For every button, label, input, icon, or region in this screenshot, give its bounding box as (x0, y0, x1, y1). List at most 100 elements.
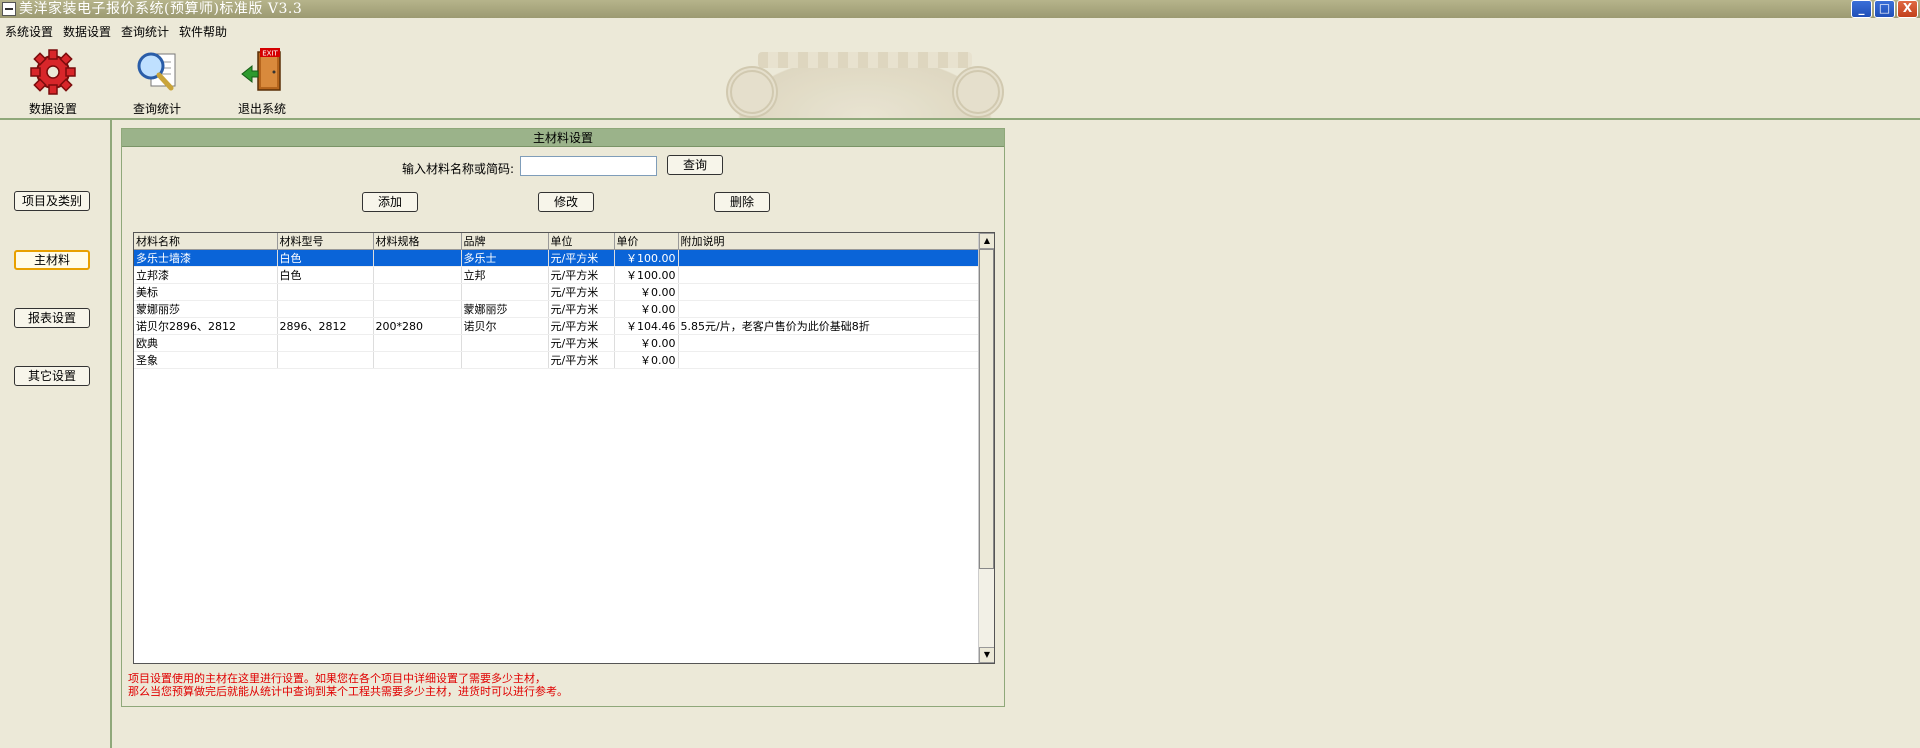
menu-data-settings[interactable]: 数据设置 (58, 22, 116, 42)
toolbar-divider (0, 118, 1920, 120)
title-bar: 美洋家装电子报价系统(预算师)标准版 V3.3 _ □ X (0, 0, 1920, 18)
cell-unit: 元/平方米 (548, 283, 615, 301)
table-row[interactable]: 立邦漆 白色 立邦 元/平方米 ￥100.00 (134, 266, 979, 284)
sidebar: 项目及类别 主材料 报表设置 其它设置 (0, 120, 112, 748)
scroll-thumb[interactable] (979, 249, 994, 569)
menu-query-stats[interactable]: 查询统计 (116, 22, 174, 42)
cell-note (678, 351, 979, 369)
cell-note (678, 334, 979, 352)
window-title: 美洋家装电子报价系统(预算师)标准版 V3.3 (19, 1, 303, 17)
cell-spec (373, 300, 462, 318)
cell-brand: 诺贝尔 (461, 317, 549, 335)
menu-help[interactable]: 软件帮助 (174, 22, 232, 42)
cell-spec (373, 249, 462, 267)
decorative-column-capital (718, 46, 1012, 118)
cell-note (678, 300, 979, 318)
cell-brand: 立邦 (461, 266, 549, 284)
close-button[interactable]: X (1897, 0, 1918, 18)
col-header-brand[interactable]: 品牌 (461, 233, 549, 250)
sidebar-item-other-settings[interactable]: 其它设置 (14, 366, 90, 386)
menu-bar: 系统设置 数据设置 查询统计 软件帮助 (0, 22, 232, 42)
sidebar-item-projects[interactable]: 项目及类别 (14, 191, 90, 211)
cell-model (277, 283, 374, 301)
cell-model: 2896、2812 (277, 317, 374, 335)
sidebar-item-report-settings[interactable]: 报表设置 (14, 308, 90, 328)
col-header-spec[interactable]: 材料规格 (373, 233, 462, 250)
cell-name: 圣象 (134, 351, 278, 369)
edit-button[interactable]: 修改 (538, 192, 594, 212)
help-note-line1: 项目设置使用的主材在这里进行设置。如果您在各个项目中详细设置了需要多少主材， (128, 672, 546, 685)
cell-model (277, 334, 374, 352)
cell-model (277, 300, 374, 318)
cell-unit: 元/平方米 (548, 317, 615, 335)
query-stats-tool[interactable]: 查询统计 (117, 46, 197, 116)
cell-brand (461, 283, 549, 301)
table-row[interactable]: 诺贝尔2896、2812 2896、2812 200*280 诺贝尔 元/平方米… (134, 317, 979, 335)
cell-brand: 多乐士 (461, 249, 549, 267)
materials-table[interactable]: 材料名称 材料型号 材料规格 品牌 单位 单价 附加说明 多乐士墙漆 白色 多乐… (133, 232, 995, 664)
cell-note (678, 249, 979, 267)
cell-name: 美标 (134, 283, 278, 301)
col-header-model[interactable]: 材料型号 (277, 233, 374, 250)
query-button[interactable]: 查询 (667, 155, 723, 175)
cell-note (678, 283, 979, 301)
add-button[interactable]: 添加 (362, 192, 418, 212)
cell-price: ￥0.00 (614, 300, 679, 318)
data-settings-label: 数据设置 (28, 102, 77, 116)
table-row[interactable]: 欧典 元/平方米 ￥0.00 (134, 334, 979, 352)
cell-brand (461, 334, 549, 352)
cell-spec (373, 266, 462, 284)
help-note: 项目设置使用的主材在这里进行设置。如果您在各个项目中详细设置了需要多少主材， 那… (128, 672, 568, 698)
exit-system-label: 退出系统 (237, 102, 286, 116)
data-settings-tool[interactable]: 数据设置 (13, 46, 93, 116)
cell-name: 蒙娜丽莎 (134, 300, 278, 318)
table-row[interactable]: 美标 元/平方米 ￥0.00 (134, 283, 979, 301)
cell-unit: 元/平方米 (548, 351, 615, 369)
cell-name: 诺贝尔2896、2812 (134, 317, 278, 335)
table-header-row: 材料名称 材料型号 材料规格 品牌 单位 单价 附加说明 (134, 233, 979, 250)
cell-unit: 元/平方米 (548, 249, 615, 267)
col-header-unit[interactable]: 单位 (548, 233, 615, 250)
scroll-up-arrow-icon[interactable]: ▲ (979, 233, 994, 249)
cell-model: 白色 (277, 266, 374, 284)
table-row[interactable]: 蒙娜丽莎 蒙娜丽莎 元/平方米 ￥0.00 (134, 300, 979, 318)
cell-brand (461, 351, 549, 369)
cell-note: 5.85元/片，老客户售价为此价基础8折 (678, 317, 979, 335)
toolbar: 数据设置 查询统计 EXIT 退出系统 (0, 44, 1920, 118)
cell-name: 立邦漆 (134, 266, 278, 284)
cell-model: 白色 (277, 249, 374, 267)
cell-spec (373, 283, 462, 301)
minimize-button[interactable]: _ (1851, 0, 1872, 18)
cell-spec: 200*280 (373, 317, 462, 335)
col-header-name[interactable]: 材料名称 (134, 233, 278, 250)
cell-spec (373, 351, 462, 369)
app-menu-icon[interactable] (2, 2, 16, 16)
cell-price: ￥0.00 (614, 283, 679, 301)
col-header-note[interactable]: 附加说明 (678, 233, 979, 250)
svg-text:EXIT: EXIT (262, 50, 278, 58)
cell-name: 欧典 (134, 334, 278, 352)
cell-name: 多乐士墙漆 (134, 249, 278, 267)
query-stats-label: 查询统计 (132, 102, 181, 116)
sidebar-item-main-materials[interactable]: 主材料 (14, 250, 90, 270)
main-materials-panel: 主材料设置 输入材料名称或简码: 查询 添加 修改 删除 材料名称 材料型号 材… (121, 128, 1005, 707)
cell-spec (373, 334, 462, 352)
search-label: 输入材料名称或简码: (402, 162, 515, 176)
gear-icon (30, 49, 76, 95)
search-input[interactable] (520, 156, 657, 176)
cell-price: ￥100.00 (614, 266, 679, 284)
maximize-button[interactable]: □ (1874, 0, 1895, 18)
table-row[interactable]: 多乐士墙漆 白色 多乐士 元/平方米 ￥100.00 (134, 249, 979, 267)
menu-system-settings[interactable]: 系统设置 (0, 22, 58, 42)
delete-button[interactable]: 删除 (714, 192, 770, 212)
table-row[interactable]: 圣象 元/平方米 ￥0.00 (134, 351, 979, 369)
scroll-down-arrow-icon[interactable]: ▼ (979, 647, 994, 663)
cell-unit: 元/平方米 (548, 266, 615, 284)
cell-unit: 元/平方米 (548, 334, 615, 352)
table-scrollbar[interactable]: ▲ ▼ (978, 233, 994, 663)
col-header-price[interactable]: 单价 (614, 233, 679, 250)
cell-unit: 元/平方米 (548, 300, 615, 318)
cell-note (678, 266, 979, 284)
exit-system-tool[interactable]: EXIT 退出系统 (222, 46, 302, 116)
magnifier-icon (137, 52, 176, 91)
